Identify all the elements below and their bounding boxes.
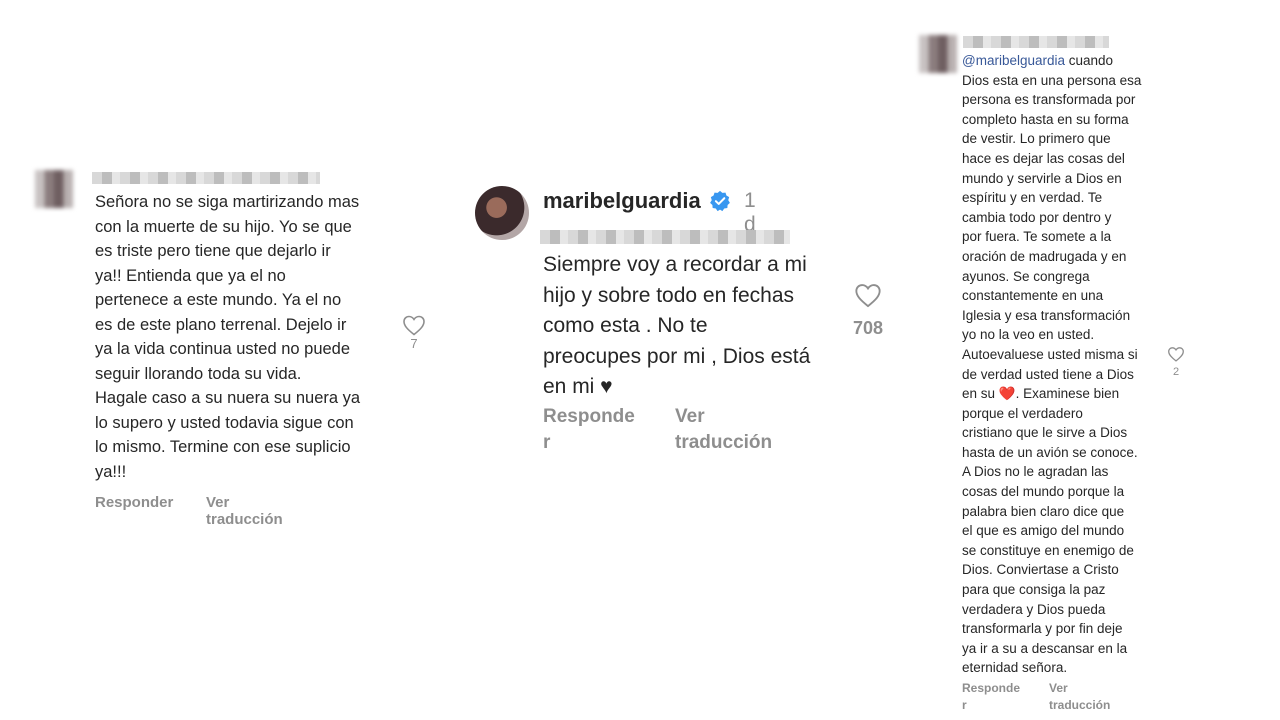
avatar[interactable] xyxy=(35,170,73,208)
reply-button[interactable]: Responder xyxy=(95,494,173,511)
like-count: 2 xyxy=(1172,366,1180,378)
avatar[interactable] xyxy=(919,35,957,73)
heart-outline-icon[interactable] xyxy=(854,282,882,308)
username[interactable]: maribelguardia xyxy=(543,188,701,214)
comment-text: Siempre voy a recordar a mi hijo y sobre… xyxy=(543,253,811,398)
like-button[interactable]: 2 xyxy=(1166,346,1186,378)
translate-button[interactable]: Ver traducción xyxy=(206,494,283,528)
like-count: 708 xyxy=(852,318,884,338)
like-count: 7 xyxy=(410,336,418,351)
subtitle-redacted xyxy=(540,230,790,244)
avatar[interactable] xyxy=(475,186,529,240)
mention-link[interactable]: @maribelguardia xyxy=(962,53,1065,68)
comment-text-part1: cuando Dios esta en una persona esa pers… xyxy=(962,53,1142,402)
heart-outline-icon[interactable] xyxy=(1167,346,1185,362)
reply-button[interactable]: Responder xyxy=(543,404,638,456)
comment-text: Señora no se siga martirizando mas con l… xyxy=(95,193,361,481)
reply-button[interactable]: Responde r xyxy=(962,680,1022,714)
username-redacted xyxy=(92,172,320,184)
like-button[interactable]: 7 xyxy=(401,314,427,351)
comment-text-part2: . Examinese bien porque el verdadero cri… xyxy=(962,386,1138,676)
heart-outline-icon[interactable] xyxy=(402,314,426,336)
red-heart-emoji: ❤️ xyxy=(998,386,1016,402)
verified-badge-icon xyxy=(710,190,730,212)
comment-text: @maribelguardia cuando Dios esta en una … xyxy=(962,51,1162,678)
translate-button[interactable]: Ver traducción xyxy=(1049,680,1119,714)
translate-button[interactable]: Ver traducción xyxy=(675,404,785,456)
like-button[interactable]: 708 xyxy=(852,282,884,339)
username-redacted xyxy=(963,36,1109,48)
